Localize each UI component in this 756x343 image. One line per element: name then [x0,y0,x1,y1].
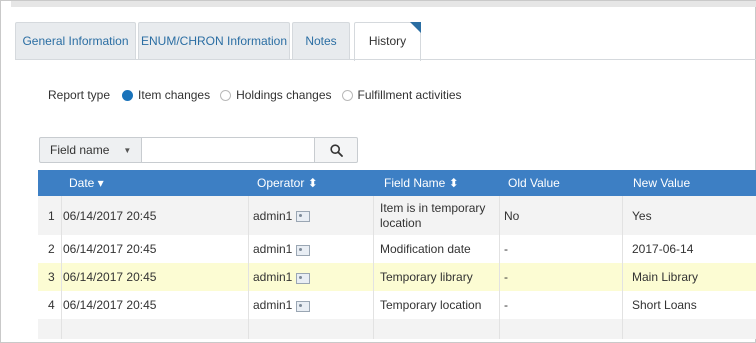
radio-fulfillment-activities[interactable]: Fulfillment activities [341,88,462,102]
field-name-cell: Item is in temporary location [380,200,486,230]
date-cell: 06/14/2017 20:45 [63,208,157,223]
date-cell: 06/14/2017 20:45 [63,242,157,256]
item-editor-panel: General Information ENUM/CHRON Informati… [0,0,756,343]
new-value-cell: 2017-06-14 [632,242,694,256]
operator-name: admin1 [253,242,293,256]
radio-label: Fulfillment activities [357,88,462,102]
radio-dot-icon [220,89,232,101]
old-value-cell: - [504,242,508,256]
row-number: 3 [48,270,55,284]
user-card-icon[interactable] [296,272,311,284]
tab-underline [15,59,756,60]
radio-dot-icon [341,89,353,101]
radio-item-changes[interactable]: Item changes [122,88,210,102]
tab-notes[interactable]: Notes [292,22,350,60]
history-table: Date ▾ Operator ⬍ Field Name ⬍ Old Value… [38,170,756,339]
user-card-icon[interactable] [296,211,311,222]
new-value-cell: Yes [632,208,652,223]
date-cell: 06/14/2017 20:45 [63,270,157,284]
column-header-operator[interactable]: Operator ⬍ [257,170,318,196]
report-type-group: Report type Item changes Holdings change… [48,88,462,102]
caret-down-icon: ▼ [123,145,132,155]
field-name-cell: Modification date [380,242,471,256]
old-value-cell: No [504,208,520,223]
field-name-select-value: Field name [50,143,110,157]
top-separator [11,1,756,7]
row-number: 4 [48,298,55,312]
table-row[interactable]: 4 06/14/2017 20:45 admin1 Temporary loca… [38,291,756,319]
tab-enum-chron-information[interactable]: ENUM/CHRON Information [138,22,290,60]
report-type-label: Report type [48,88,111,102]
radio-dot-icon [122,89,134,101]
table-row[interactable] [38,319,756,339]
operator-cell: admin1 [253,235,311,263]
old-value-cell: - [504,270,508,284]
operator-cell: admin1 [253,291,311,319]
row-number: 2 [48,242,55,256]
date-cell: 06/14/2017 20:45 [63,298,157,312]
filter-bar: Field name ▼ [39,137,358,163]
user-card-icon[interactable] [296,300,311,312]
field-name-cell: Temporary location [380,298,482,312]
tab-general-information[interactable]: General Information [15,22,136,60]
tab-history-label: History [368,34,407,48]
field-name-cell: Temporary library [380,270,473,284]
table-row[interactable]: 1 06/14/2017 20:45 admin1 Item is in tem… [38,196,756,235]
column-header-new-value: New Value [633,176,691,190]
user-card-icon[interactable] [296,244,311,256]
table-row[interactable]: 2 06/14/2017 20:45 admin1 Modification d… [38,235,756,263]
radio-label: Holdings changes [236,88,332,102]
tab-corner-marker [410,22,421,33]
old-value-cell: - [504,298,508,312]
operator-cell: admin1 [253,263,311,291]
operator-name: admin1 [253,270,293,284]
new-value-cell: Short Loans [632,298,697,312]
search-button[interactable] [314,137,358,163]
row-number: 1 [48,208,55,223]
operator-name: admin1 [253,208,293,223]
operator-cell: admin1 [253,196,311,235]
table-header: Date ▾ Operator ⬍ Field Name ⬍ Old Value… [38,170,756,196]
search-icon [329,143,343,157]
column-header-field-name[interactable]: Field Name ⬍ [384,170,459,196]
radio-holdings-changes[interactable]: Holdings changes [220,88,332,102]
field-name-select[interactable]: Field name ▼ [39,137,142,163]
column-header-date[interactable]: Date ▾ [69,170,104,196]
new-value-cell: Main Library [632,270,699,284]
table-row[interactable]: 3 06/14/2017 20:45 admin1 Temporary libr… [38,263,756,291]
radio-label: Item changes [138,88,211,102]
tab-history[interactable]: History [354,22,421,61]
search-input[interactable] [142,137,314,163]
column-header-old-value: Old Value [508,176,560,190]
operator-name: admin1 [253,298,293,312]
